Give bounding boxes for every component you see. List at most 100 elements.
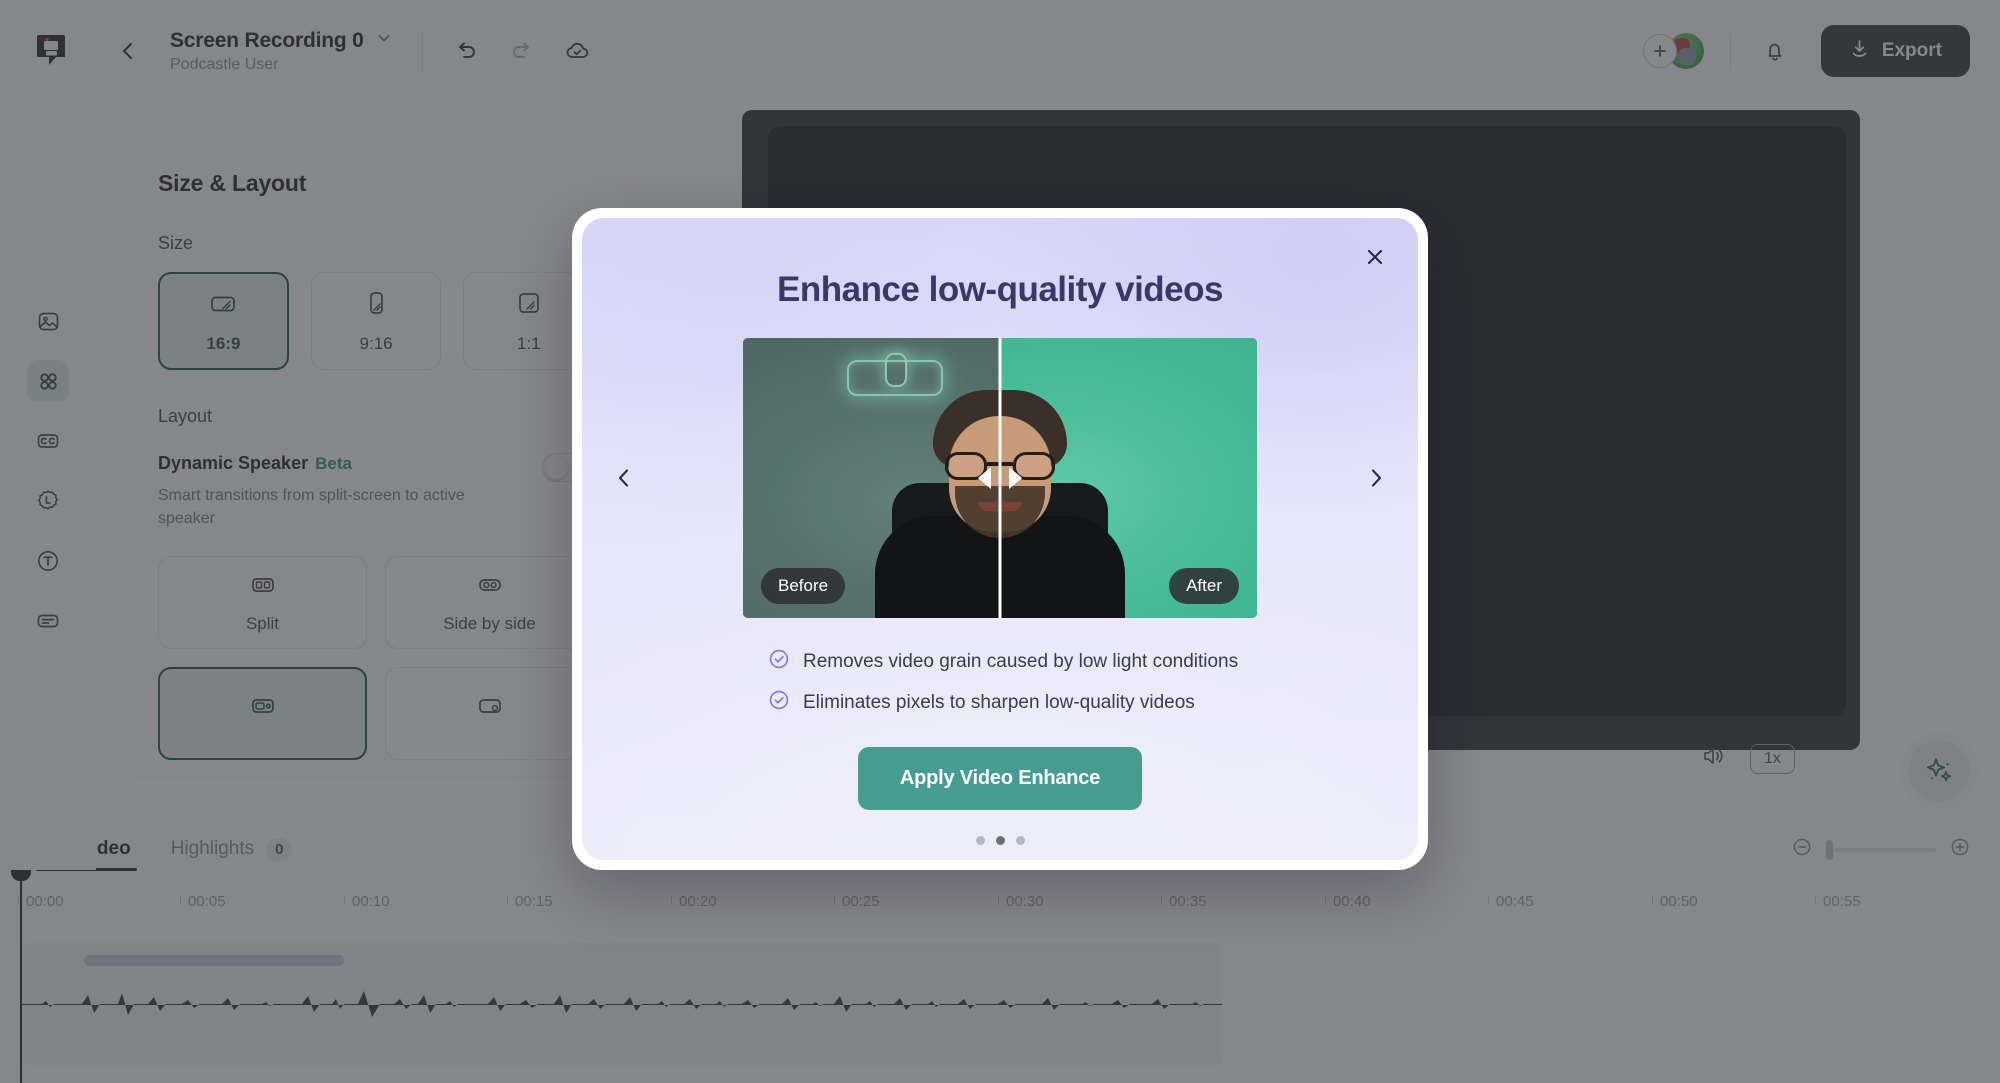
preview-controls: 1x [1700,742,1795,775]
after-label: After [1169,568,1239,604]
video-enhance-modal: Enhance low-quality videos Before After … [572,208,1428,870]
add-member-button[interactable] [1642,34,1677,68]
size-option-9-16[interactable]: 9:16 [310,272,442,370]
check-circle-icon [768,648,790,676]
zoom-slider[interactable] [1826,839,1936,860]
layout-option-label: Side by side [443,614,536,634]
redo-icon[interactable] [505,34,539,68]
highlights-count-badge: 0 [266,837,293,861]
layout-option-pip-right[interactable] [158,667,367,761]
feature-carousel: Before After [582,338,1418,618]
ruler-tick: 00:05 [180,893,226,910]
feature-list: Removes video grain caused by low light … [582,648,1418,717]
list-item: Removes video grain caused by low light … [768,648,1418,676]
ai-enhance-button[interactable] [1908,740,1970,802]
sparkle-ai-icon [1927,758,1952,782]
carousel-dot[interactable] [975,836,985,845]
minus-circle-icon[interactable] [1792,837,1812,862]
captions-icon[interactable] [27,420,69,462]
aspect-9-16-icon [361,288,391,323]
logo-brand-icon[interactable] [27,480,69,522]
apply-video-enhance-button[interactable]: Apply Video Enhance [857,747,1143,810]
chevron-left-icon [618,469,629,487]
layout-option-side-by-side[interactable]: Side by side [385,556,594,650]
size-option-label: 9:16 [359,334,393,353]
carousel-dot-active[interactable] [995,836,1005,845]
tool-rail [0,102,96,870]
collaborators [1642,33,1704,69]
text-icon[interactable] [27,540,69,582]
size-option-label: 1:1 [516,334,541,353]
undo-icon[interactable] [449,34,483,68]
bell-icon[interactable] [1757,33,1793,69]
history-controls [449,34,595,68]
back-button[interactable] [110,33,146,69]
ruler-tick: 00:20 [671,893,717,910]
size-option-label: 16:9 [206,334,241,353]
layout-option-split[interactable]: Split [158,556,367,650]
close-icon [1367,249,1383,265]
playback-speed-button[interactable]: 1x [1750,743,1795,774]
close-button[interactable] [1358,240,1392,274]
size-option-16-9[interactable]: 16:9 [158,272,289,370]
aspect-1-1-icon [514,288,544,323]
modal-title: Enhance low-quality videos [777,270,1223,309]
timeline-ruler[interactable]: 00:00 00:05 00:10 00:15 00:20 00:25 00:3… [0,885,2000,923]
size-section-label: Size [158,233,194,253]
export-label: Export [1881,40,1942,61]
audio-track[interactable] [22,943,1222,1065]
layout-pip-corner-icon [476,692,504,725]
layout-option-label: Split [245,614,280,634]
carousel-next-button[interactable] [1356,458,1396,498]
podcastle-logo-icon[interactable] [26,24,80,78]
ruler-tick: 00:30 [998,893,1044,910]
ruler-tick: 00:10 [344,893,390,910]
divider [421,30,423,72]
before-after-preview[interactable]: Before After [743,338,1257,618]
before-label: Before [761,568,846,604]
dynamic-speaker-row: Dynamic Speaker Beta Smart transitions fr… [122,453,630,530]
transcript-icon[interactable] [27,600,69,642]
media-icon[interactable] [27,300,69,342]
ruler-tick: 00:15 [507,893,553,910]
cloud-check-icon[interactable] [561,34,595,68]
layout-side-by-side-icon [476,571,504,604]
feature-text: Removes video grain caused by low light … [803,651,1239,672]
chevron-right-icon [1371,469,1382,487]
carousel-dots [582,836,1418,845]
project-title: Screen Recording 0 [170,28,364,52]
project-owner: Podcastle User [170,55,279,73]
zoom-slider-thumb[interactable] [1826,839,1833,860]
waveform [22,991,1222,1017]
layout-section-label: Layout [158,406,213,426]
list-item: Eliminates pixels to sharpen low-quality… [768,689,1418,717]
carousel-dot[interactable] [1015,836,1025,845]
ruler-tick: 00:45 [1488,893,1534,910]
size-options: 16:9 9:16 1:1 [122,272,630,370]
feature-text: Eliminates pixels to sharpen low-quality… [803,692,1195,713]
divider [1729,33,1731,69]
carousel-prev-button[interactable] [604,458,644,498]
export-button[interactable]: Export [1820,25,1970,77]
layout-option-pip-corner[interactable] [385,667,594,761]
timeline-zoom-control [1792,837,1970,862]
before-after-handle[interactable] [978,467,1022,489]
tab-highlights[interactable]: Highlights 0 [171,815,293,883]
chevron-down-icon[interactable] [376,30,392,51]
check-circle-icon [768,689,790,717]
layout-split-icon [249,571,277,604]
layout-options: Split Side by side [122,556,630,761]
layout-icon[interactable] [27,360,69,402]
editor-root: Screen Recording 0 Podcastle User Export… [0,0,2000,1083]
ruler-tick: 00:55 [1815,893,1861,910]
top-bar-right: Export [1642,25,1970,77]
plus-circle-icon[interactable] [1950,837,1970,862]
ruler-tick: 00:35 [1161,893,1207,910]
size-layout-panel: Size & Layout Size 16:9 9:16 1:1 Layout … [122,136,630,776]
download-icon [1849,38,1870,65]
playhead[interactable] [11,865,31,1083]
top-bar: Screen Recording 0 Podcastle User Export [0,0,2000,102]
ruler-tick: 00:00 [18,893,64,910]
aspect-16-9-icon [208,288,238,323]
volume-icon[interactable] [1700,742,1728,775]
